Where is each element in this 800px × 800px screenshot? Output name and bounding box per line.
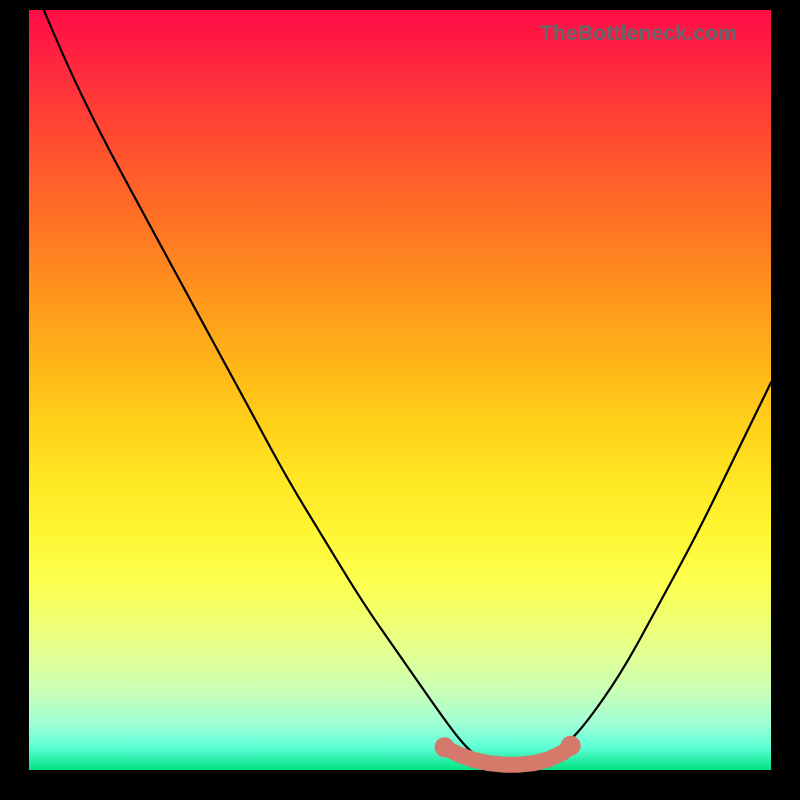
highlight-end-dot [561,736,581,756]
plot-area: TheBottleneck.com [29,10,771,770]
chart-frame: TheBottleneck.com [0,0,800,800]
curve-svg [29,10,771,770]
highlight-start-dot [435,737,455,757]
highlight-band-stroke [445,746,571,765]
highlight-band [435,736,581,765]
bottleneck-curve [44,10,771,770]
